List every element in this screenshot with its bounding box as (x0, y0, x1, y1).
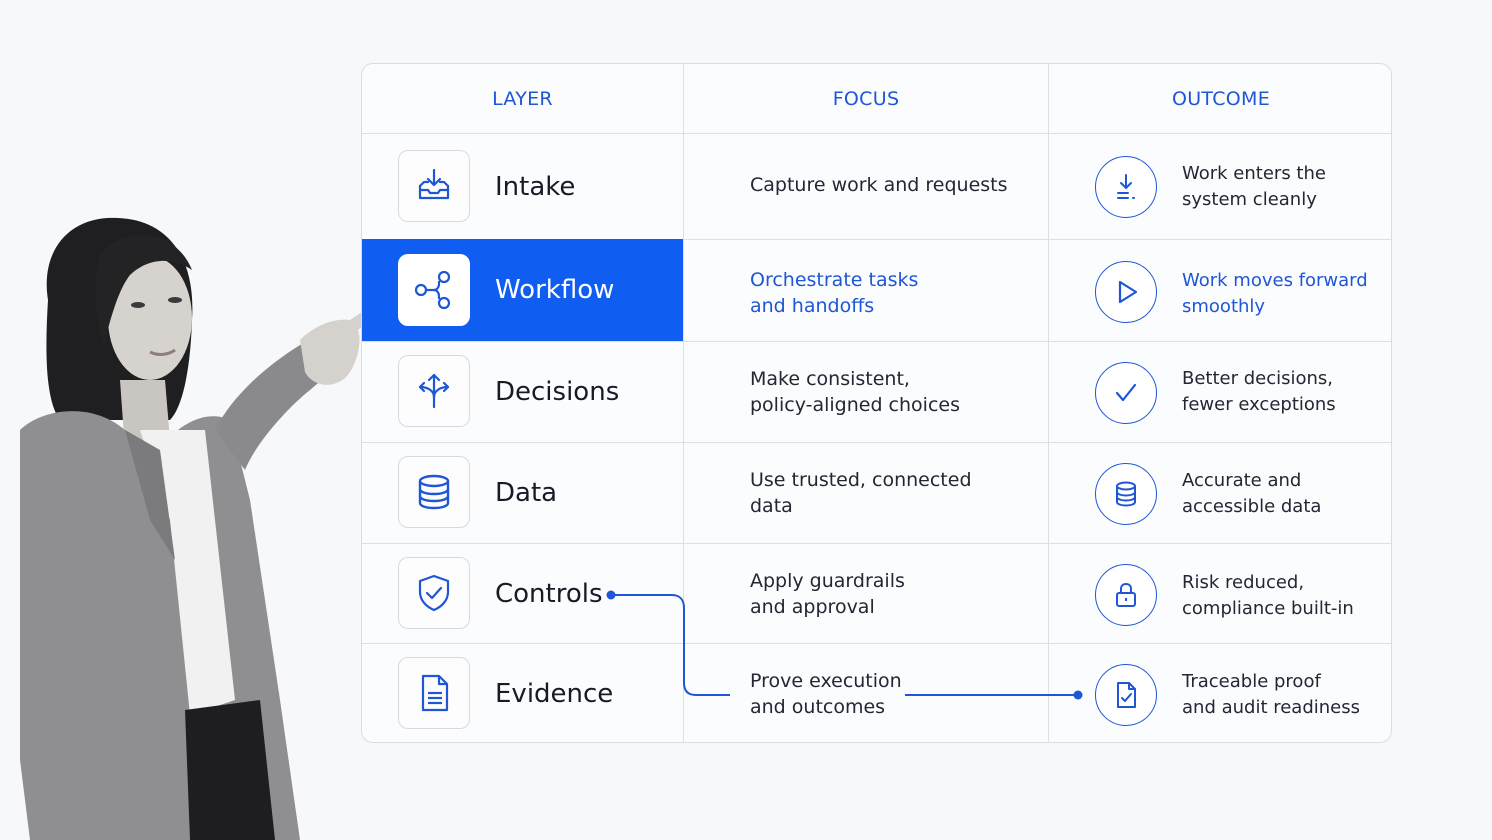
layer-cell-intake[interactable]: Intake (362, 134, 683, 239)
table-row-decisions[interactable]: Decisions Make consistent, policy-aligne… (362, 342, 1391, 442)
focus-text-decisions: Make consistent, policy-aligned choices (750, 368, 960, 416)
layer-cell-evidence[interactable]: Evidence (362, 644, 683, 742)
layer-label-intake: Intake (495, 171, 576, 202)
layer-label-workflow: Workflow (495, 275, 615, 305)
layer-cell-decisions[interactable]: Decisions (362, 342, 683, 442)
inbox-download-icon (398, 150, 470, 222)
layer-label-controls: Controls (495, 578, 603, 609)
layer-cell-data[interactable]: Data (362, 443, 683, 543)
header-outcome: OUTCOME (1171, 87, 1271, 110)
outcome-text-data: Accurate and accessible data (1182, 470, 1322, 517)
database-icon (1095, 463, 1157, 525)
outcome-text-controls: Risk reduced, compliance built-in (1182, 572, 1354, 619)
download-icon (1095, 156, 1157, 218)
focus-text-intake: Capture work and requests (750, 174, 1008, 196)
layer-label-decisions: Decisions (495, 377, 620, 407)
table-row-data[interactable]: Data Use trusted, connected data Accurat… (362, 443, 1391, 543)
shield-check-icon (398, 557, 470, 629)
layer-table: LAYER FOCUS OUTCOME Intake Capture work … (361, 63, 1392, 743)
checkmark-icon (1095, 362, 1157, 424)
table-row-intake[interactable]: Intake Capture work and requests Work en… (362, 134, 1391, 239)
layer-cell-workflow[interactable]: Workflow (362, 239, 683, 341)
layer-label-evidence: Evidence (495, 679, 614, 709)
table-row-controls[interactable]: Controls Apply guardrails and approval R… (362, 544, 1391, 643)
table-row-workflow[interactable]: Workflow Orchestrate tasks and handoffs … (362, 239, 1391, 341)
outcome-text-intake: Work enters the system cleanly (1182, 163, 1326, 210)
header-focus: FOCUS (832, 87, 900, 110)
workflow-nodes-icon (398, 254, 470, 326)
document-icon (398, 657, 470, 729)
database-icon (398, 456, 470, 528)
lock-icon (1095, 564, 1157, 626)
table-row-evidence[interactable]: Evidence Prove execution and outcomes Tr… (362, 644, 1391, 742)
focus-text-controls: Apply guardrails and approval (750, 570, 905, 618)
document-check-icon (1095, 664, 1157, 726)
outcome-text-decisions: Better decisions, fewer exceptions (1182, 368, 1336, 415)
outcome-text-evidence: Traceable proof and audit readiness (1182, 671, 1361, 718)
focus-text-workflow: Orchestrate tasks and handoffs (750, 269, 919, 317)
layer-label-data: Data (495, 478, 558, 508)
header-layer: LAYER (492, 87, 553, 110)
layer-cell-controls[interactable]: Controls (362, 544, 683, 643)
branching-arrows-icon (398, 355, 470, 427)
focus-text-data: Use trusted, connected data (750, 469, 972, 517)
focus-text-evidence: Prove execution and outcomes (750, 670, 902, 718)
outcome-text-workflow: Work moves forward smoothly (1182, 270, 1368, 317)
presenter-photo (20, 217, 378, 840)
play-icon (1095, 261, 1157, 323)
